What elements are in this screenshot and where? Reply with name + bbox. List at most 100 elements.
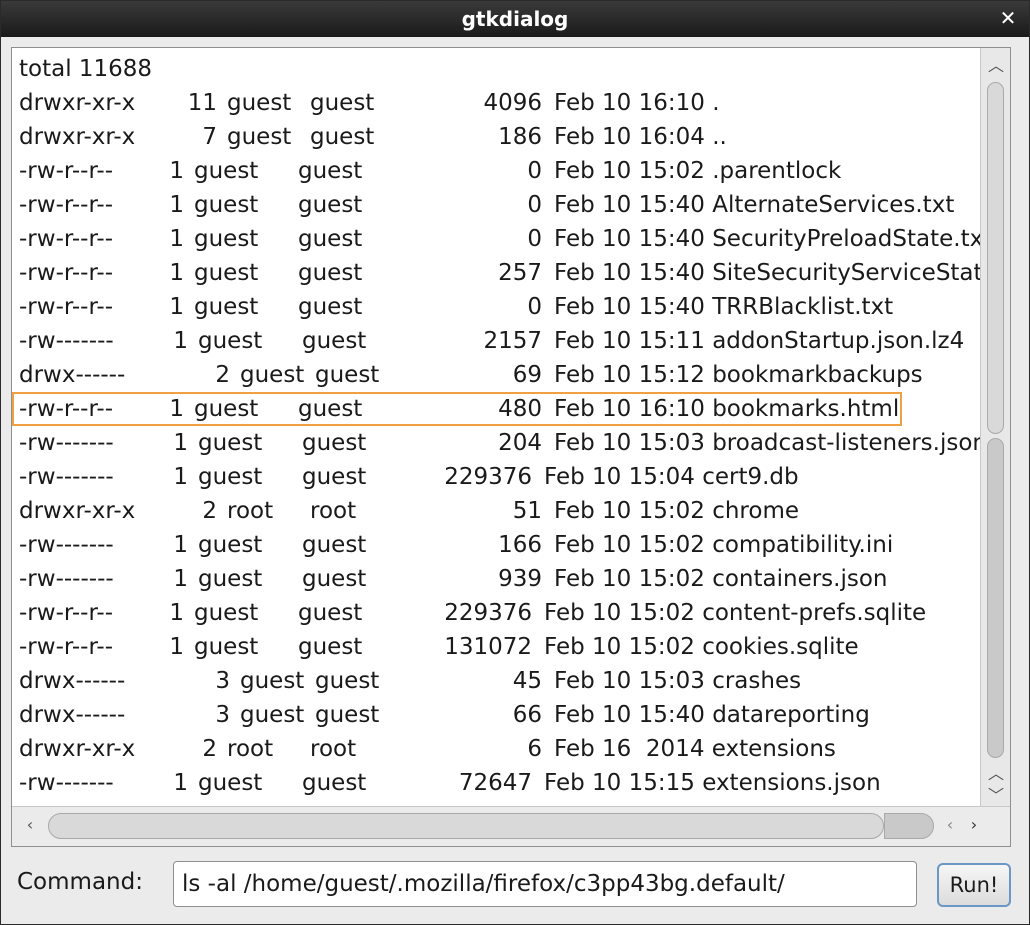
date-and-name: Feb 10 15:40 AlternateServices.txt [554, 192, 955, 218]
file-size: 69 [512, 362, 542, 388]
scroll-up-alt-icon[interactable]: ︿ [986, 764, 1006, 784]
command-input[interactable]: ls -al /home/guest/.mozilla/firefox/c3pp… [173, 861, 917, 907]
link-count: 2 [215, 362, 230, 388]
owner: guest [198, 328, 263, 354]
owner: guest [240, 702, 305, 728]
date-and-name: Feb 10 15:40 datareporting [554, 702, 870, 728]
listing-row: -rw------- 1 guest guest 72647 Feb 10 15:15 e… [12, 766, 980, 800]
owner: guest [240, 362, 305, 388]
gtkdialog-window: gtkdialog ✕ total 11688 drwxr-xr-x 11 gues… [0, 0, 1030, 925]
date-and-name: Feb 10 15:02 content-prefs.sqlite [544, 600, 927, 626]
file-size: 51 [512, 498, 542, 524]
date-and-name: Feb 10 15:15 extensions.json [544, 770, 881, 796]
link-count: 1 [169, 634, 184, 660]
horizontal-scroll-track[interactable] [884, 813, 934, 839]
link-count: 2 [202, 498, 217, 524]
file-size: 0 [527, 294, 542, 320]
date-and-name: Feb 10 15:02 .parentlock [554, 158, 842, 184]
file-size: 229376 [444, 464, 532, 490]
owner: root [227, 736, 274, 762]
date-and-name: Feb 10 15:02 compatibility.ini [554, 532, 894, 558]
vertical-scroll-track[interactable] [987, 438, 1004, 758]
group: guest [298, 158, 363, 184]
owner: guest [198, 464, 263, 490]
listing-row: -rw-r--r-- 1 guest guest 480 Feb 10 16:10 boo… [12, 392, 980, 426]
link-count: 1 [169, 226, 184, 252]
horizontal-scrollbar[interactable]: ‹ ‹ › [12, 806, 1010, 846]
link-count: 11 [187, 90, 217, 116]
date-and-name: Feb 10 15:03 broadcast-listeners.json [554, 430, 980, 456]
file-size: 204 [498, 430, 542, 456]
owner: root [227, 498, 274, 524]
file-size: 131072 [444, 634, 532, 660]
link-count: 1 [173, 464, 188, 490]
date-and-name: Feb 10 15:02 chrome [554, 498, 800, 524]
group: guest [315, 362, 380, 388]
owner: guest [194, 294, 259, 320]
link-count: 3 [215, 702, 230, 728]
date-and-name: Feb 10 16:04 .. [554, 124, 727, 150]
listing-row: -rw-r--r-- 1 guest guest 257 Feb 10 15:40 Sit… [12, 256, 980, 290]
scroll-right-icon[interactable]: › [964, 815, 984, 835]
group: guest [298, 294, 363, 320]
listing-row: drwxr-xr-x 7 guest guest 186 Feb 10 16:04 .. [12, 120, 980, 154]
vertical-scrollbar[interactable]: ︿ ︿ ﹀ [980, 48, 1010, 808]
file-size: 939 [498, 566, 542, 592]
group: guest [302, 532, 367, 558]
listing-row: -rw------- 1 guest guest 229376 Feb 10 15:04 … [12, 460, 980, 494]
listing-row: -rw-r--r-- 1 guest guest 131072 Feb 10 15:02 … [12, 630, 980, 664]
date-and-name: Feb 10 15:40 TRRBlacklist.txt [554, 294, 894, 320]
listing-row: drwxr-xr-x 11 guest guest 4096 Feb 10 16:10 . [12, 86, 980, 120]
link-count: 1 [173, 328, 188, 354]
file-size: 229376 [444, 600, 532, 626]
owner: guest [194, 192, 259, 218]
link-count: 1 [169, 600, 184, 626]
listing-row: -rw-r--r-- 1 guest guest 0 Feb 10 15:02 .pare… [12, 154, 980, 188]
owner: guest [194, 158, 259, 184]
scroll-left-alt-icon[interactable]: ‹ [940, 815, 960, 835]
close-icon[interactable]: ✕ [997, 7, 1019, 29]
link-count: 1 [169, 158, 184, 184]
file-size: 0 [527, 158, 542, 184]
owner: guest [227, 124, 292, 150]
group: root [310, 736, 357, 762]
date-and-name: Feb 10 15:03 crashes [554, 668, 802, 694]
horizontal-scroll-thumb[interactable] [48, 813, 884, 839]
group: guest [302, 464, 367, 490]
output-text-area[interactable]: total 11688 drwxr-xr-x 11 guest guest 4096 Fe… [11, 47, 1011, 847]
total-line: total 11688 [12, 52, 980, 86]
listing-row: -rw-r--r-- 1 guest guest 0 Feb 10 15:40 Secur… [12, 222, 980, 256]
file-size: 0 [527, 226, 542, 252]
file-size: 72647 [458, 770, 532, 796]
scroll-down-icon[interactable]: ﹀ [986, 786, 1006, 806]
group: guest [302, 328, 367, 354]
file-size: 45 [512, 668, 542, 694]
listing-row: drwx------ 2 guest guest 69 Feb 10 15:12 book… [12, 358, 980, 392]
link-count: 1 [169, 192, 184, 218]
scroll-up-icon[interactable]: ︿ [986, 56, 1006, 76]
file-size: 0 [527, 192, 542, 218]
listing-row: -rw------- 1 guest guest 204 Feb 10 15:03 bro… [12, 426, 980, 460]
group: guest [310, 90, 375, 116]
listing-row: drwxr-xr-x 2 root root 51 Feb 10 15:02 chrome [12, 494, 980, 528]
file-size: 6 [527, 736, 542, 762]
owner: guest [194, 634, 259, 660]
title-bar[interactable]: gtkdialog ✕ [1, 1, 1029, 37]
total-line-text: total 11688 [19, 56, 153, 82]
link-count: 7 [202, 124, 217, 150]
run-button[interactable]: Run! [937, 863, 1011, 907]
date-and-name: Feb 10 15:12 bookmarkbackups [554, 362, 923, 388]
link-count: 2 [202, 736, 217, 762]
listing-row: -rw-r--r-- 1 guest guest 0 Feb 10 15:40 TRRBl… [12, 290, 980, 324]
scroll-left-icon[interactable]: ‹ [20, 815, 40, 835]
link-count: 1 [173, 430, 188, 456]
owner: guest [198, 430, 263, 456]
file-size: 66 [512, 702, 542, 728]
file-size: 480 [498, 396, 542, 422]
vertical-scroll-thumb[interactable] [987, 82, 1004, 434]
date-and-name: Feb 10 16:10 . [554, 90, 720, 116]
group: guest [302, 430, 367, 456]
group: guest [310, 124, 375, 150]
command-label: Command: [17, 869, 143, 895]
listing-row: drwx------ 3 guest guest 66 Feb 10 15:40 data… [12, 698, 980, 732]
